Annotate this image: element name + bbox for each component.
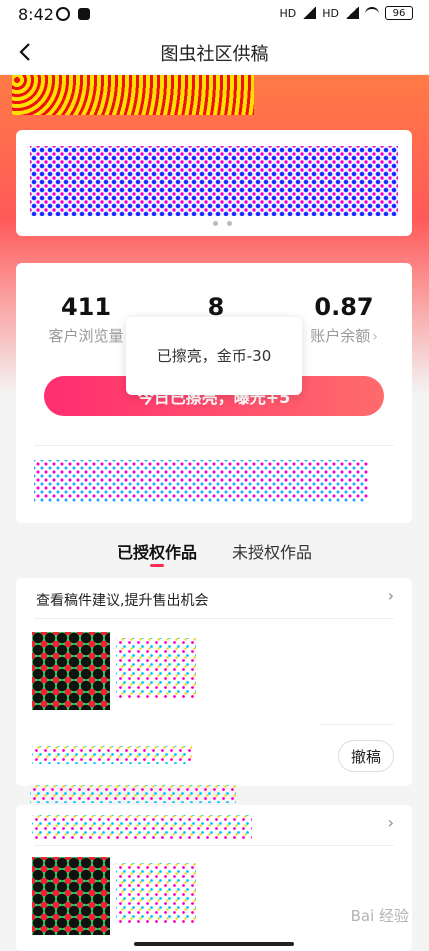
work-card: 查看稿件建议,提升售出机会 › 撤稿 [16, 578, 412, 786]
status-bar: 8:42 HD HD 96 [0, 0, 429, 30]
tab-indicator [150, 564, 164, 567]
watermark: Bai 经验 [350, 907, 409, 925]
network-type-label-2: HD [322, 6, 339, 20]
toast-popup: 已擦亮，金币-30 [126, 317, 302, 395]
network-type-label: HD [279, 6, 297, 20]
banner-pager [16, 211, 412, 230]
obscured-text [116, 863, 196, 923]
banner-dot [212, 221, 218, 226]
nav-bar: 图虫社区供稿 [0, 30, 429, 75]
obscured-text [116, 638, 196, 698]
banner-dot [226, 221, 232, 226]
divider [34, 618, 394, 619]
notification-icon [78, 8, 90, 20]
signal-icon-2 [345, 7, 359, 19]
banner-image [30, 146, 398, 216]
divider [320, 724, 394, 725]
obscured-note [34, 460, 368, 502]
status-time: 8:42 [18, 5, 54, 24]
works-tabs: 已授权作品 未授权作品 [0, 535, 429, 567]
work-thumbnail[interactable] [32, 632, 110, 710]
divider [34, 845, 394, 846]
battery-icon: 96 [385, 6, 413, 20]
stat-balance[interactable]: 0.87 账户余额 › [284, 293, 404, 346]
stat-balance-label: 账户余额 [310, 327, 371, 345]
alarm-icon [56, 7, 70, 21]
hero-image-strip [12, 75, 254, 115]
obscured-text [30, 785, 236, 803]
work-card: › [16, 805, 412, 951]
chevron-right-icon[interactable]: › [388, 813, 394, 832]
chevron-right-icon[interactable]: › [388, 586, 394, 605]
banner-dot [196, 221, 204, 226]
divider [34, 445, 394, 446]
card-heading[interactable]: 查看稿件建议,提升售出机会 [36, 590, 208, 610]
withdraw-button[interactable]: 撤稿 [338, 740, 394, 772]
home-indicator[interactable] [134, 942, 294, 946]
tab-authorized[interactable]: 已授权作品 [117, 539, 197, 563]
obscured-text [32, 746, 192, 764]
tab-unauthorized[interactable]: 未授权作品 [232, 539, 312, 563]
stat-views-value: 411 [60, 293, 112, 321]
status-indicators: HD HD 96 [279, 6, 413, 20]
chevron-right-icon: › [372, 329, 378, 345]
stat-balance-value: 0.87 [314, 293, 374, 321]
work-thumbnail[interactable] [32, 857, 110, 935]
wifi-icon [365, 7, 379, 19]
page-title: 图虫社区供稿 [160, 44, 269, 65]
promo-banner[interactable] [16, 130, 412, 236]
obscured-text [32, 815, 252, 839]
signal-icon [302, 7, 317, 19]
